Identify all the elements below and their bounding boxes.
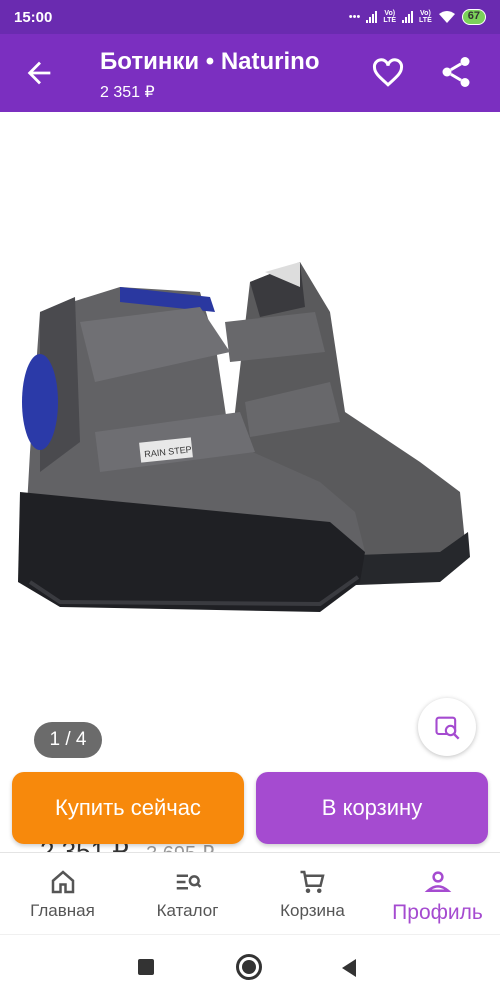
home-icon (51, 870, 74, 894)
boots-illustration: RAIN STEP (18, 262, 470, 612)
status-time: 15:00 (14, 8, 53, 26)
favorite-heart-icon[interactable] (370, 54, 406, 90)
image-search-button[interactable] (418, 698, 476, 756)
header-price: 2 351 ₽ (100, 84, 155, 101)
page-title: Ботинки • Naturino (100, 48, 320, 75)
back-triangle-icon[interactable] (342, 959, 356, 977)
volte-icon-2: Vo) LTE (419, 10, 432, 24)
nav-item-home[interactable]: Главная (0, 853, 125, 934)
recents-square-icon[interactable] (138, 959, 154, 975)
bottom-nav: Главная Каталог Корзина Профиль (0, 852, 500, 934)
app-bar: Ботинки • Naturino 2 351 ₽ (0, 34, 500, 112)
share-icon[interactable] (438, 54, 474, 90)
cart-icon (300, 870, 325, 893)
image-search-icon (435, 716, 460, 740)
status-icons: ••• Vo) LTE Vo) LTE 67 (349, 9, 486, 25)
signal-icon (366, 11, 378, 23)
product-image[interactable]: RAIN STEP (0, 112, 500, 772)
nav-item-profile[interactable]: Профиль (375, 853, 500, 934)
nav-label-home: Главная (30, 901, 95, 920)
battery-icon: 67 (461, 9, 486, 25)
nav-item-catalog[interactable]: Каталог (125, 853, 250, 934)
signal-icon-2 (402, 11, 414, 23)
back-arrow-icon[interactable] (22, 56, 56, 90)
status-bar: 15:00 ••• Vo) LTE Vo) LTE 67 (0, 0, 500, 34)
catalog-search-icon (176, 874, 201, 890)
nav-label-catalog: Каталог (156, 901, 219, 920)
nav-item-cart[interactable]: Корзина (250, 853, 375, 934)
more-dots-icon: ••• (348, 11, 361, 23)
home-circle-icon[interactable] (236, 954, 262, 980)
wifi-icon (438, 11, 455, 23)
volte-icon: Vo) LTE (383, 10, 397, 24)
profile-icon (424, 871, 451, 892)
old-price: 3 695 ₽ (146, 843, 214, 852)
system-nav-bar (0, 934, 500, 1000)
buy-now-button[interactable]: Купить сейчас (12, 772, 244, 844)
add-to-cart-button[interactable]: В корзину (256, 772, 488, 844)
nav-label-profile: Профиль (392, 901, 483, 924)
image-counter: 1 / 4 (34, 722, 102, 758)
nav-label-cart: Корзина (280, 901, 345, 920)
